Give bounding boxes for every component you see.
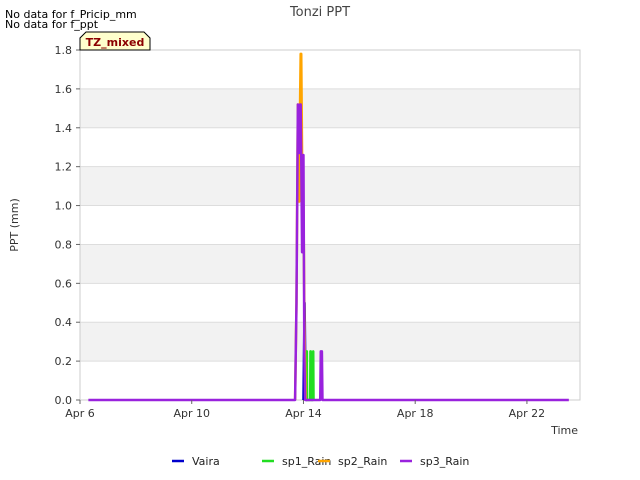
y-tick-label: 0.2	[55, 355, 73, 368]
y-tick-label: 0.6	[55, 277, 73, 290]
grid-band	[80, 166, 580, 206]
y-axis-ticks: 0.0 0.2 0.4 0.6 0.8 1.0 1.2 1.4 1.6 1.8	[55, 44, 80, 407]
y-tick-label: 1.2	[55, 161, 73, 174]
plot-background-bands	[80, 88, 580, 362]
legend: Vaira sp1_Rain sp2_Rain sp3_Rain	[172, 455, 469, 468]
y-tick-label: 0.0	[55, 394, 73, 407]
y-tick-label: 1.6	[55, 83, 73, 96]
grid-band	[80, 88, 580, 128]
x-tick-label: Apr 22	[509, 407, 546, 420]
legend-label-vaira: Vaira	[192, 455, 220, 468]
y-tick-label: 0.4	[55, 316, 73, 329]
chart-canvas: 0.00.20.40.60.81.01.21.41.61.8 Apr 6 Apr …	[8, 5, 581, 468]
x-tick-label: Apr 18	[397, 407, 434, 420]
series-line-sp1-rain	[305, 350, 315, 402]
y-tick-label: 1.8	[55, 44, 73, 57]
x-tick-label: Apr 6	[65, 407, 95, 420]
y-tick-label: 0.8	[55, 238, 73, 251]
y-axis-label: PPT (mm)	[8, 198, 21, 252]
grid-band	[80, 322, 580, 362]
legend-label-sp2-rain: sp2_Rain	[338, 455, 387, 468]
x-axis-label: Time	[550, 424, 578, 437]
y-tick-label: 1.4	[55, 122, 73, 135]
chart-title: Tonzi PPT	[289, 5, 350, 20]
x-tick-label: Apr 10	[173, 407, 210, 420]
dataset-badge: TZ_mixed	[79, 31, 151, 51]
x-axis-ticks: Apr 6 Apr 10 Apr 14 Apr 18 Apr 22	[65, 400, 545, 420]
y-tick-label: 1.0	[55, 200, 73, 213]
badge-label: TZ_mixed	[86, 36, 145, 49]
x-tick-label: Apr 14	[285, 407, 322, 420]
legend-label-sp3-rain: sp3_Rain	[420, 455, 469, 468]
grid-band	[80, 244, 580, 284]
